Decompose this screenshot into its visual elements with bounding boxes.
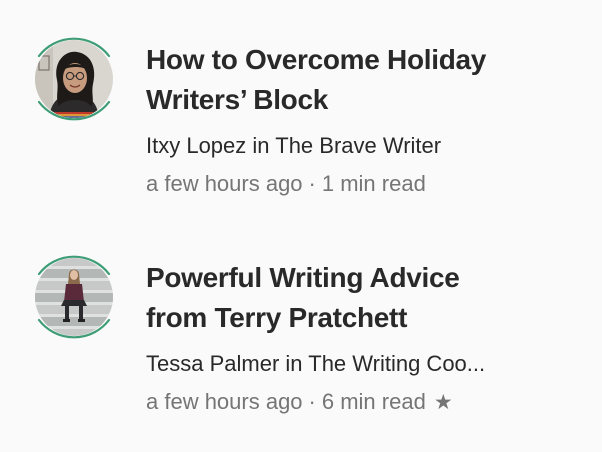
author-link[interactable]: Itxy Lopez (146, 133, 246, 158)
story-byline: Tessa Palmer in The Writing Coo... (146, 350, 586, 378)
author-photo-icon (35, 40, 113, 118)
meta-separator: · (308, 171, 316, 196)
avatar (35, 258, 113, 336)
publication-link[interactable]: The Brave Writer (275, 133, 441, 158)
story-title[interactable]: How to Overcome Holiday Writers’ Block (146, 40, 586, 120)
author-avatar-link[interactable] (27, 30, 121, 128)
avatar (35, 40, 113, 118)
story-title[interactable]: Powerful Writing Advice from Terry Pratc… (146, 258, 586, 338)
star-icon: ★ (433, 391, 453, 414)
story-byline: Itxy Lopez in The Brave Writer (146, 132, 586, 160)
author-link[interactable]: Tessa Palmer (146, 351, 279, 376)
byline-in-word: in (285, 351, 303, 376)
story-meta: a few hours ago · 6 min read ★ (146, 388, 586, 417)
read-time: 1 min read (321, 171, 426, 196)
story-text: Powerful Writing Advice from Terry Pratc… (146, 258, 586, 417)
byline-in-word: in (252, 133, 270, 158)
publication-link[interactable]: The Writing Coo... (308, 351, 485, 376)
read-time: 6 min read (321, 389, 426, 414)
author-photo-icon (35, 258, 113, 336)
story-time: a few hours ago (146, 171, 303, 196)
story-meta: a few hours ago · 1 min read (146, 170, 586, 198)
story-feed: How to Overcome Holiday Writers’ Block I… (0, 0, 602, 452)
story-text: How to Overcome Holiday Writers’ Block I… (146, 40, 586, 198)
story-time: a few hours ago (146, 389, 303, 414)
meta-separator: · (308, 389, 316, 414)
author-avatar-link[interactable] (27, 248, 121, 346)
